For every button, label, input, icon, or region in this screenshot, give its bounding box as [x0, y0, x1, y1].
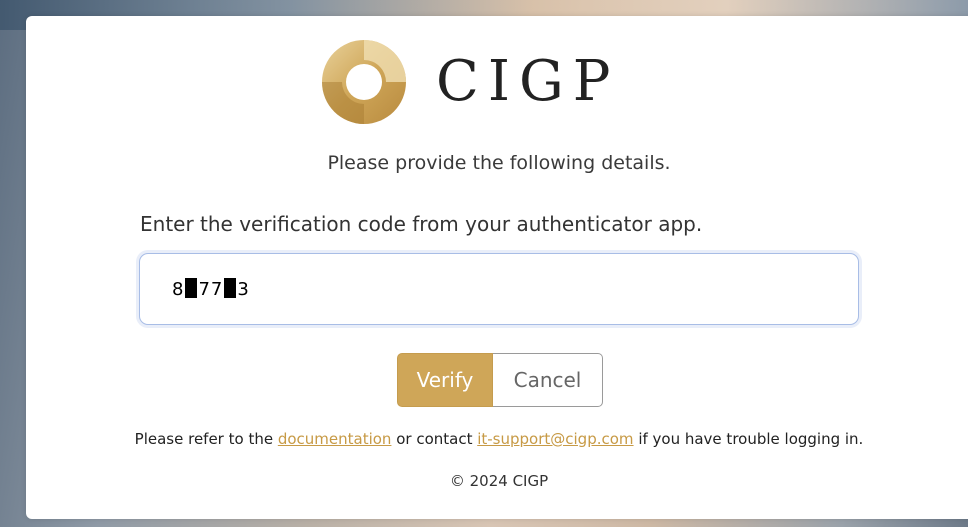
ring-logo-icon: [322, 40, 406, 124]
cancel-button[interactable]: Cancel: [493, 353, 603, 407]
verify-button[interactable]: Verify: [397, 353, 493, 407]
verification-code-label: Enter the verification code from your au…: [140, 212, 703, 236]
code-value: 8 77 3: [172, 278, 250, 300]
copyright: © 2024 CIGP: [449, 472, 549, 490]
redaction-mark: [224, 278, 237, 298]
form-subtitle: Please provide the following details.: [327, 152, 671, 174]
support-email-link[interactable]: it-support@cigp.com: [477, 430, 633, 448]
verification-code-input[interactable]: 8 77 3: [139, 253, 859, 325]
documentation-link[interactable]: documentation: [278, 430, 392, 448]
help-text: Please refer to the documentation or con…: [134, 430, 864, 448]
brand-logo: CIGP: [322, 40, 620, 124]
button-group: Verify Cancel: [397, 353, 603, 407]
login-card: CIGP Please provide the following detail…: [26, 16, 968, 519]
brand-name: CIGP: [436, 49, 620, 114]
redaction-mark: [185, 278, 198, 298]
